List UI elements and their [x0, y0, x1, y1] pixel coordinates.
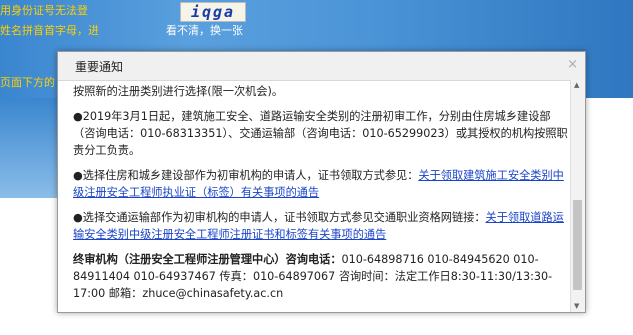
notice-paragraph-3: ●选择交通运输部作为初审机构的申请人，证书领取方式参见交通职业资格网链接：关于领…: [73, 209, 571, 243]
background-notice-line2: 姓名拼音首字母，进: [0, 24, 99, 37]
refresh-captcha-link[interactable]: 看不清，换一张: [166, 22, 243, 38]
dialog-header: 重要通知 ×: [58, 52, 585, 81]
scroll-down-icon[interactable]: ▼: [574, 302, 579, 310]
notice-paragraph-1: ●2019年3月1日起，建筑施工安全、道路运输安全类别的注册初审工作，分别由住房…: [73, 110, 568, 157]
dialog-scrollbar[interactable]: ▲ ▼: [570, 80, 585, 312]
notice-paragraph-2-text: ●选择住房和城乡建设部作为初审机构的申请人，证书领取方式参见：: [73, 169, 419, 182]
close-icon[interactable]: ×: [567, 57, 578, 72]
dialog-content: 按照新的注册类别进行选择(限一次机会)。 ●2019年3月1日起，建筑施工安全、…: [73, 80, 571, 312]
notice-top-line: 按照新的注册类别进行选择(限一次机会)。: [73, 85, 284, 98]
background-notice-line3: 页面下方的: [0, 76, 55, 89]
scrollbar-thumb[interactable]: [573, 200, 582, 290]
background-side-panel: [0, 98, 60, 198]
notice-dialog: 重要通知 × 按照新的注册类别进行选择(限一次机会)。 ●2019年3月1日起，…: [57, 51, 586, 313]
notice-paragraph-4: 终审机构（注册安全工程师注册管理中心）咨询电话：010-64898716 010…: [73, 251, 571, 302]
notice-paragraph-2: ●选择住房和城乡建设部作为初审机构的申请人，证书领取方式参见：关于领取建筑施工安…: [73, 167, 571, 201]
final-review-contact-label: 终审机构（注册安全工程师注册管理中心）咨询电话：: [73, 253, 342, 266]
dialog-title: 重要通知: [75, 60, 124, 74]
background-notice-line1: 用身份证号无法登: [0, 4, 88, 17]
scroll-up-icon[interactable]: ▲: [574, 81, 579, 89]
notice-paragraph-3-text: ●选择交通运输部作为初审机构的申请人，证书领取方式参见交通职业资格网链接：: [73, 211, 486, 224]
captcha-image[interactable]: iqga: [180, 2, 246, 22]
